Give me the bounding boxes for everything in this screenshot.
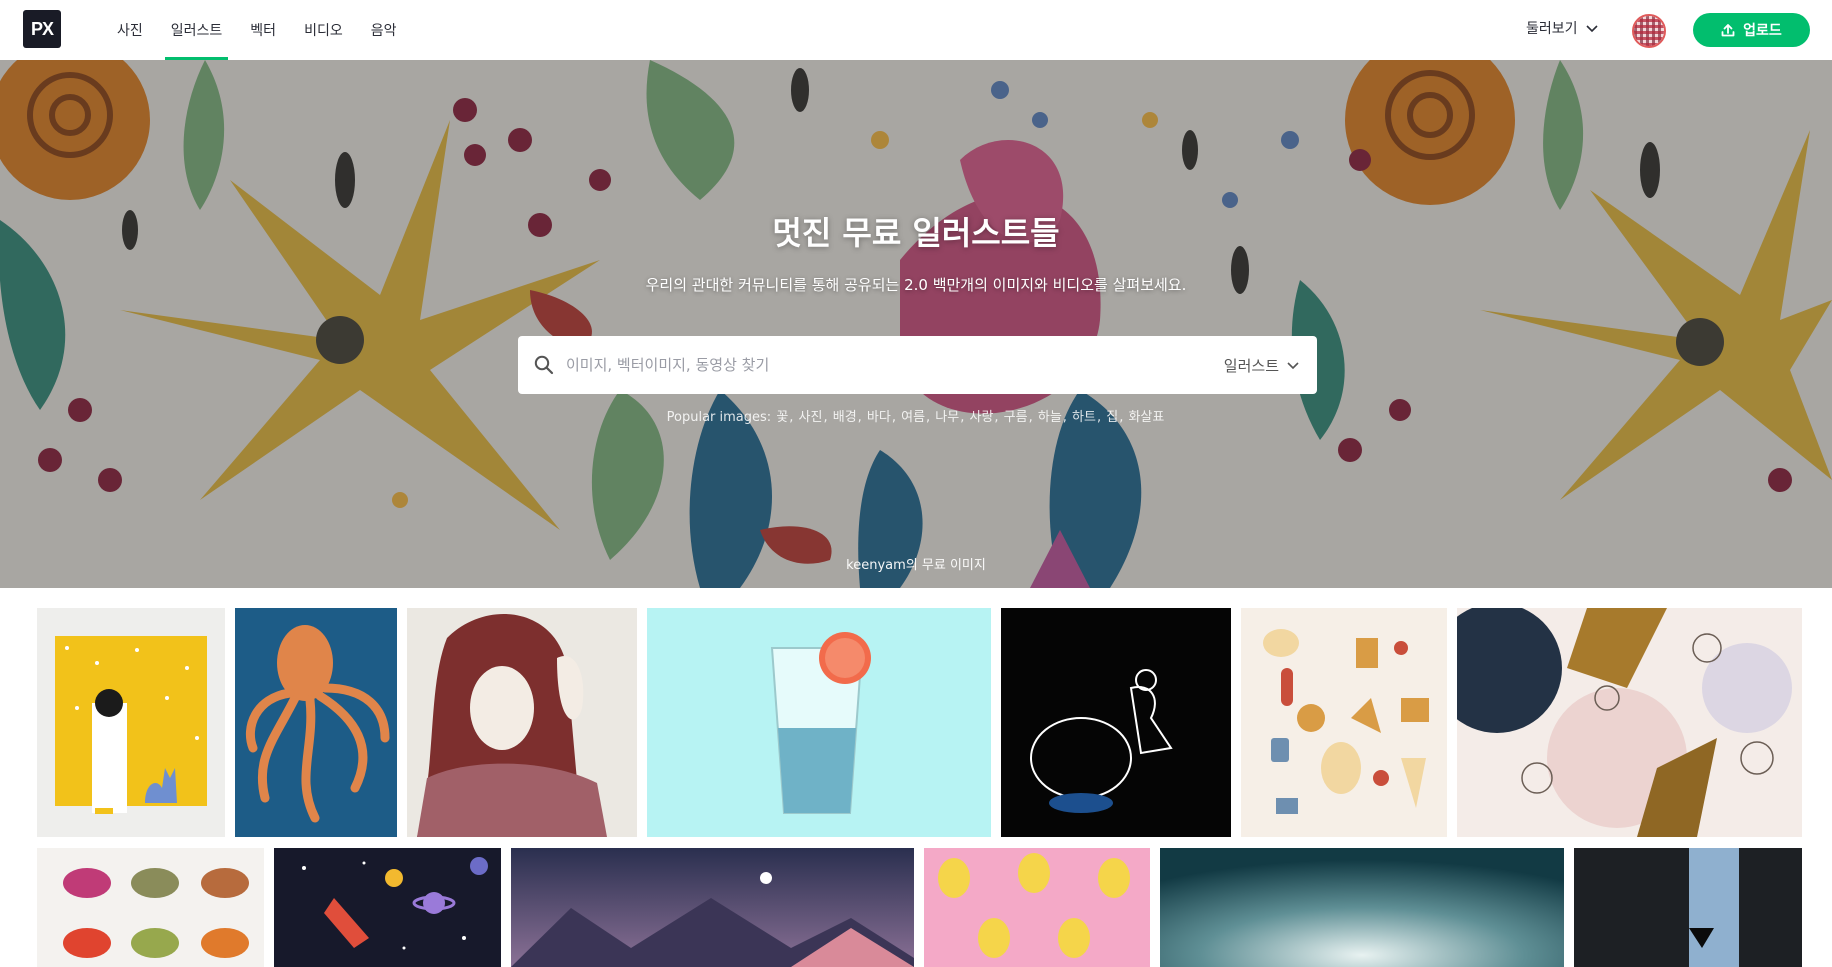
- popular-searches: Popular images: 꽃, 사진, 배경, 바다, 여름, 나무, 사…: [666, 410, 1165, 425]
- search-input[interactable]: [566, 336, 1224, 394]
- upload-icon: [1721, 24, 1735, 37]
- image-tile-girl-cat[interactable]: [37, 608, 225, 837]
- media-type-tabs: 사진 일러스트 벡터 비디오 음악: [103, 0, 410, 60]
- tab-illustrations[interactable]: 일러스트: [157, 0, 237, 60]
- image-tile-two-women[interactable]: [407, 608, 637, 837]
- chevron-down-icon: [1287, 362, 1299, 370]
- popular-tag[interactable]: 사랑: [969, 410, 993, 425]
- pixabay-logo[interactable]: PX: [23, 10, 61, 48]
- hero-banner: 멋진 무료 일러스트들 우리의 관대한 커뮤니티를 통해 공유되는 2.0 백만…: [0, 60, 1832, 588]
- popular-tag[interactable]: 나무: [935, 410, 959, 425]
- logo-text: PX: [30, 18, 54, 39]
- popular-tag[interactable]: 하늘: [1038, 410, 1062, 425]
- popular-tag[interactable]: 사진: [799, 410, 823, 425]
- explore-label: 둘러보기: [1526, 21, 1578, 37]
- image-tile-floral-abstract[interactable]: [1457, 608, 1802, 837]
- popular-tag[interactable]: 여름: [901, 410, 925, 425]
- top-navigation-bar: PX 사진 일러스트 벡터 비디오 음악 둘러보기 업로드: [0, 0, 1832, 60]
- popular-tag[interactable]: 화살표: [1128, 410, 1164, 425]
- search-icon: [534, 355, 554, 375]
- user-avatar[interactable]: [1632, 14, 1666, 48]
- popular-label: Popular images:: [666, 410, 772, 425]
- image-tile-dark-architecture[interactable]: [1574, 848, 1802, 967]
- tab-videos[interactable]: 비디오: [290, 0, 357, 60]
- popular-tag[interactable]: 꽃: [776, 410, 788, 425]
- search-bar: 일러스트: [518, 336, 1317, 394]
- hero-image-credit[interactable]: keenyam의 무료 이미지: [0, 554, 1832, 573]
- hero-subtitle: 우리의 관대한 커뮤니티를 통해 공유되는 2.0 백만개의 이미지와 비디오를…: [645, 276, 1187, 294]
- image-tile-manhole-moon[interactable]: [1001, 608, 1231, 837]
- image-tile-clouds-sky[interactable]: [1160, 848, 1564, 967]
- image-tile-glass-water[interactable]: [647, 608, 991, 837]
- upload-label: 업로드: [1743, 23, 1782, 39]
- tab-music[interactable]: 음악: [357, 0, 411, 60]
- image-tile-food-doodles[interactable]: [1241, 608, 1447, 837]
- hero-title: 멋진 무료 일러스트들: [772, 214, 1060, 252]
- image-tile-lemons[interactable]: [924, 848, 1150, 967]
- explore-dropdown[interactable]: 둘러보기: [1526, 18, 1598, 38]
- tab-photos[interactable]: 사진: [103, 0, 157, 60]
- popular-tag[interactable]: 바다: [867, 410, 891, 425]
- hero-overlay: [0, 60, 1832, 588]
- image-tile-leaf-birds[interactable]: [37, 848, 264, 967]
- popular-tag[interactable]: 구름: [1004, 410, 1028, 425]
- image-tile-mountain-night[interactable]: [511, 848, 914, 967]
- upload-button[interactable]: 업로드: [1693, 13, 1810, 47]
- media-type-select[interactable]: 일러스트: [1224, 355, 1299, 376]
- popular-tag[interactable]: 하트: [1072, 410, 1096, 425]
- image-tile-octopus[interactable]: [235, 608, 397, 837]
- chevron-down-icon: [1585, 25, 1598, 33]
- image-tile-space-rocket[interactable]: [274, 848, 501, 967]
- popular-tag[interactable]: 집: [1106, 410, 1118, 425]
- media-type-selected: 일러스트: [1223, 356, 1279, 375]
- tab-vectors[interactable]: 벡터: [236, 0, 290, 60]
- popular-tag[interactable]: 배경: [833, 410, 857, 425]
